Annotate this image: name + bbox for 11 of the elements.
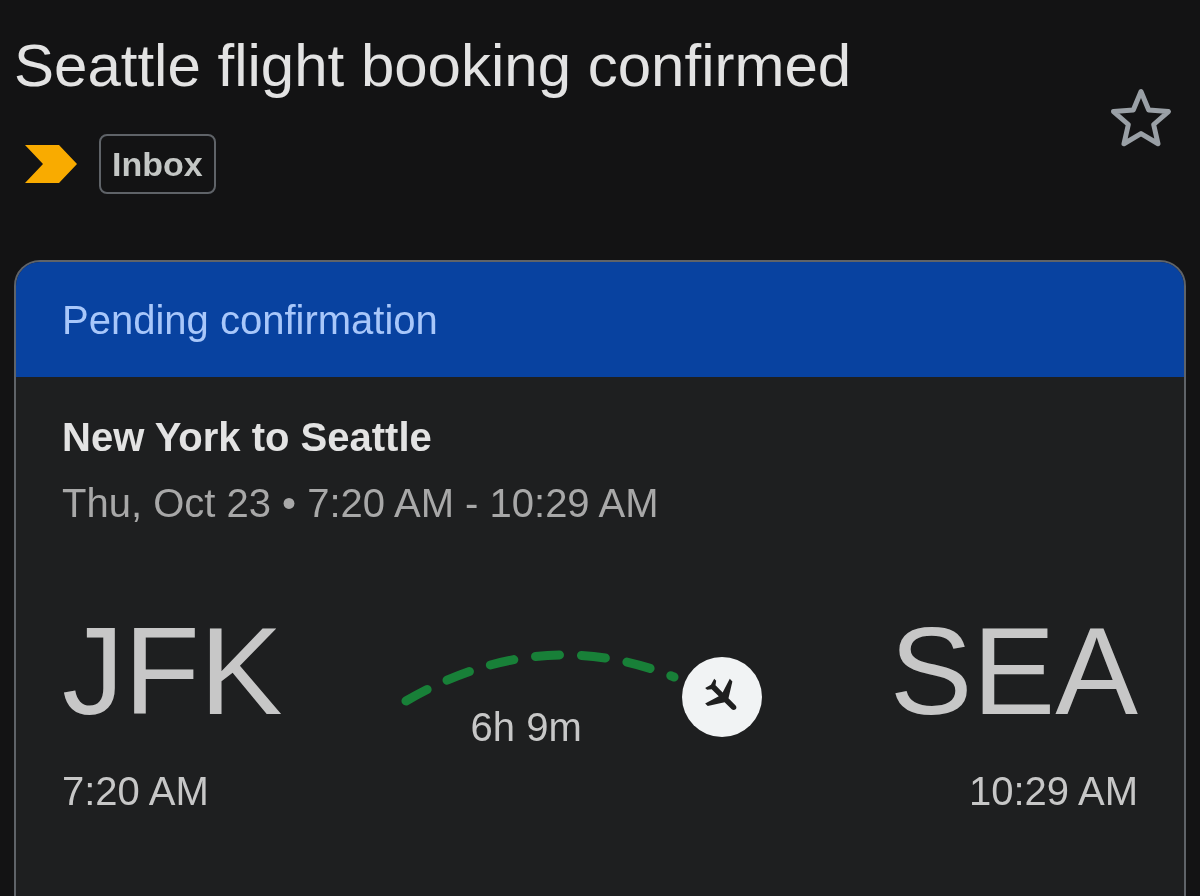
status-text: Pending confirmation xyxy=(62,296,438,344)
importance-marker-icon[interactable] xyxy=(25,145,77,183)
route-title: New York to Seattle xyxy=(62,414,433,461)
arrival-time: 10:29 AM xyxy=(968,768,1138,815)
departure-time: 7:20 AM xyxy=(62,768,209,815)
schedule-text: Thu, Oct 23 • 7:20 AM - 10:29 AM xyxy=(62,480,660,527)
airport-code: JFK xyxy=(62,609,283,733)
label-chip[interactable]: Inbox xyxy=(99,134,216,194)
duration-text: 6h 9m xyxy=(470,704,582,751)
email-subject: Seattle flight booking confirmed xyxy=(14,31,852,101)
airport-code: SEA xyxy=(889,609,1138,733)
